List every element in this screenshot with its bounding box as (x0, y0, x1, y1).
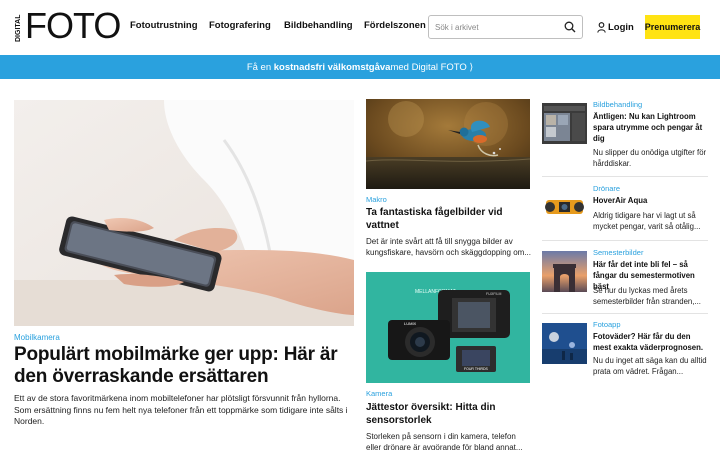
divider (542, 176, 708, 177)
hands-phone-image (14, 100, 354, 326)
image-label-fujifilm: FUJIFILM (486, 292, 501, 296)
logo-small-text: DIGITAL (15, 12, 24, 42)
thumb-weather (542, 323, 587, 364)
cameras-image: MELLANFORMAT FUJIFILM LUMIX FOUR THIRDS (366, 272, 530, 383)
sidebar-category[interactable]: Fotoapp (593, 320, 621, 329)
kingfisher-image (366, 99, 530, 189)
main-article-description: Ett av de stora favoritmärkena inom mobi… (14, 393, 348, 426)
main-article-category[interactable]: Mobilkamera (14, 333, 60, 342)
sidebar-category[interactable]: Drönare (593, 184, 620, 193)
sidebar-description: Nu du inget att säga kan du alltid prata… (593, 356, 707, 376)
sidebar-article-lightroom[interactable]: Bildbehandling Äntligen: Nu kan Lightroo… (542, 100, 708, 168)
user-icon (597, 21, 606, 33)
article-description-sensor: Storleken på sensorn i din kamera, telef… (366, 432, 523, 450)
sidebar-title[interactable]: HoverAir Aqua (593, 195, 709, 206)
logo-small-top: DIGITAL (15, 14, 22, 42)
search-input[interactable] (435, 19, 560, 36)
sidebar-category[interactable]: Bildbehandling (593, 100, 642, 109)
login-label: Login (608, 21, 634, 33)
main-article-image[interactable] (14, 100, 354, 326)
article-title-bird[interactable]: Ta fantastiska fågelbilder vid vattnet (366, 207, 531, 232)
sidebar-description: Aldrig tidigare har vi lagt ut så mycket… (593, 211, 701, 231)
logo-text: FOTO (25, 5, 121, 46)
promo-banner[interactable]: Få en kostnadsfri välkomstgåva med Digit… (0, 55, 720, 79)
banner-prefix: Få en (246, 61, 272, 73)
sidebar-category[interactable]: Semesterbilder (593, 248, 643, 257)
banner-suffix: med Digital FOTO ⟩ (390, 61, 474, 73)
image-label-lumix: LUMIX (404, 321, 417, 326)
divider (542, 240, 708, 241)
banner-bold: kostnadsfri välkomstgåva (273, 61, 391, 73)
article-image-cameras[interactable]: MELLANFORMAT FUJIFILM LUMIX FOUR THIRDS (366, 272, 530, 383)
article-image-bird[interactable] (366, 99, 530, 189)
nav-item-fotoutrustning[interactable]: Fotoutrustning (130, 20, 198, 31)
sidebar-description: Nu slipper du onödiga utgifter för hårdd… (593, 148, 707, 168)
search-box (428, 15, 583, 39)
sidebar-title[interactable]: Fotoväder? Här får du den mest exakta vä… (593, 331, 709, 353)
article-category-kamera[interactable]: Kamera (366, 389, 392, 398)
thumb-lightroom (542, 103, 587, 144)
subscribe-button[interactable]: Prenumerera (645, 15, 700, 39)
main-article-title[interactable]: Populärt mobilmärke ger upp: Här är den … (14, 344, 359, 388)
sidebar-article-hoverair[interactable]: Drönare HoverAir Aqua Aldrig tidigare ha… (542, 184, 708, 236)
article-description-bird: Det är inte svårt att få till snygga bil… (366, 237, 531, 257)
sidebar-description: Se hur du lyckas med årets semesterbilde… (593, 286, 701, 306)
nav-item-fordelszonen[interactable]: Fördelszonen (364, 20, 426, 31)
article-category-makro[interactable]: Makro (366, 195, 387, 204)
nav-item-bildbehandling[interactable]: Bildbehandling (284, 20, 353, 31)
site-header: DIGITAL FOTO Fotoutrustning Fotograferin… (0, 0, 720, 54)
sidebar-title[interactable]: Äntligen: Nu kan Lightroom spara utrymme… (593, 111, 709, 144)
search-icon[interactable] (564, 21, 576, 33)
image-label-four-thirds: FOUR THIRDS (464, 367, 489, 371)
thumb-arc (542, 251, 587, 292)
sidebar-article-weather[interactable]: Fotoapp Fotoväder? Här får du den mest e… (542, 320, 708, 384)
thumb-drone (542, 186, 587, 227)
login-link[interactable]: Login (597, 20, 634, 34)
divider (542, 313, 708, 314)
nav-item-fotografering[interactable]: Fotografering (209, 20, 271, 31)
article-title-sensor[interactable]: Jättestor översikt: Hitta din sensorstor… (366, 402, 531, 427)
sidebar-article-vacation[interactable]: Semesterbilder Här får det inte bli fel … (542, 248, 708, 312)
